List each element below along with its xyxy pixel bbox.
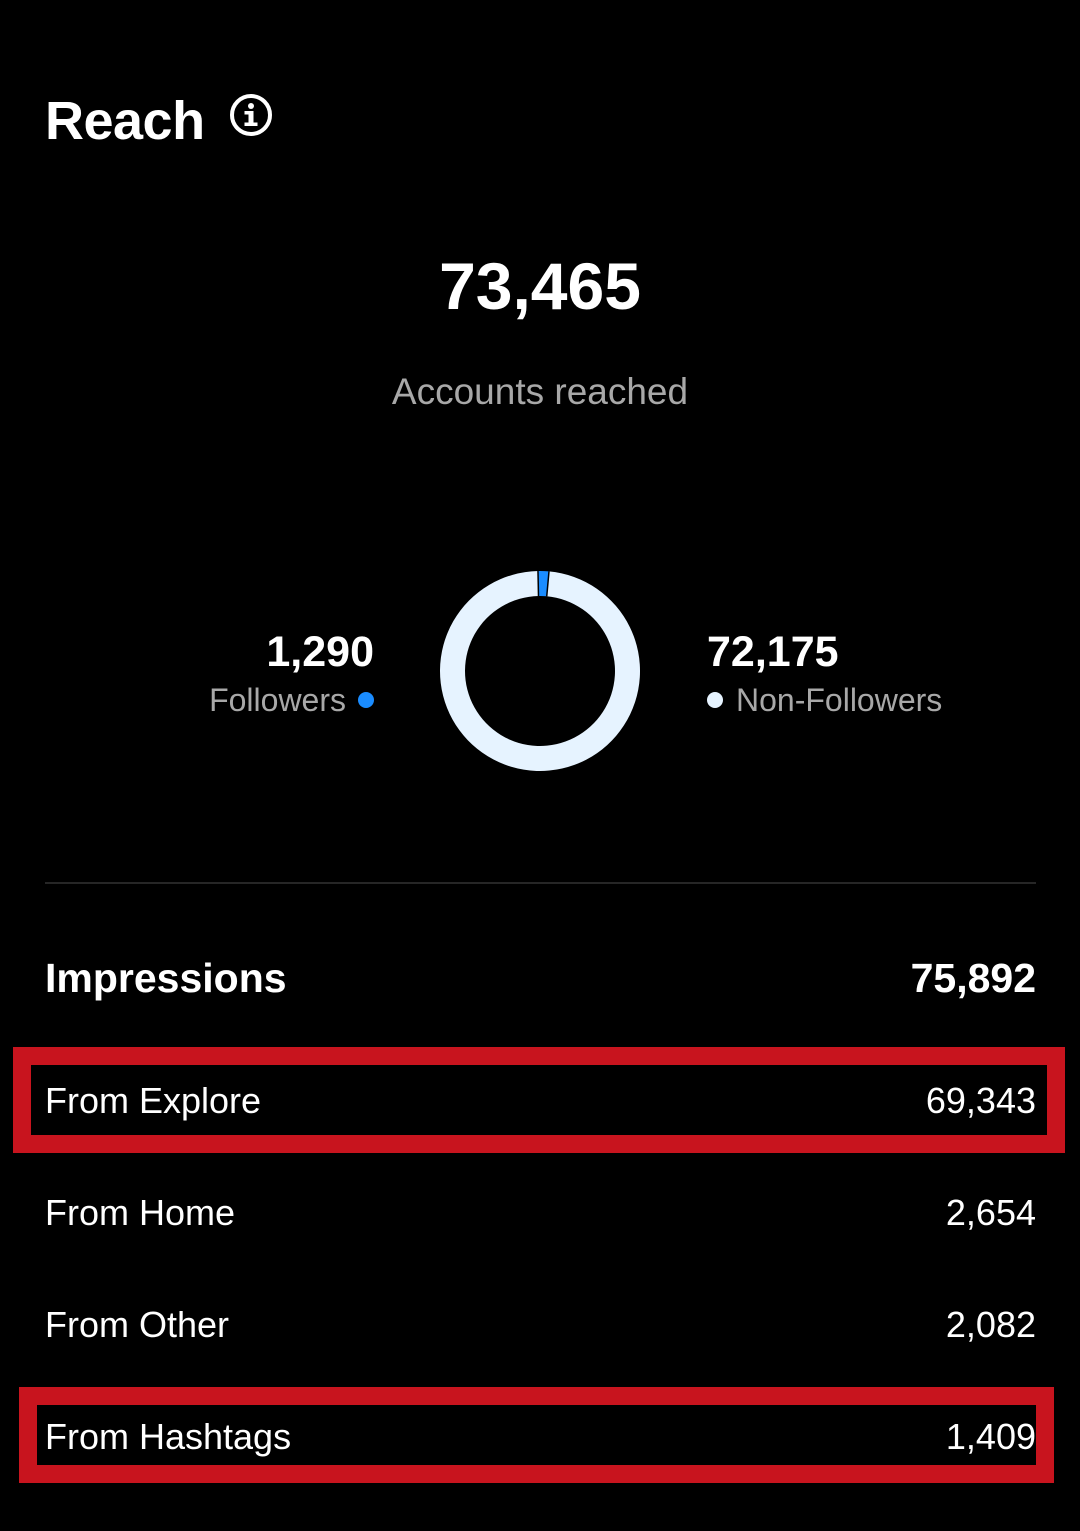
- donut-slice-separator: [537, 571, 540, 597]
- non-followers-stat: 72,175 Non-Followers: [707, 626, 942, 722]
- source-value: 69,343: [925, 1080, 1036, 1121]
- non-followers-legend-dot: [707, 692, 723, 708]
- source-label: From Hashtags: [45, 1416, 292, 1457]
- impression-source-row-home: From Home 2,654: [45, 1185, 1036, 1241]
- source-label: From Home: [45, 1192, 236, 1233]
- reach-header: Reach: [45, 88, 273, 154]
- source-label: From Other: [45, 1304, 230, 1345]
- source-value: 2,654: [945, 1192, 1036, 1233]
- followers-label: Followers: [209, 682, 346, 718]
- impressions-value: 75,892: [910, 955, 1036, 1001]
- source-value: 2,082: [945, 1304, 1036, 1345]
- accounts-reached-value: 73,465: [439, 249, 641, 323]
- impression-source-row-hashtags: From Hashtags 1,409: [45, 1409, 1036, 1465]
- info-icon[interactable]: [229, 93, 273, 137]
- non-followers-label: Non-Followers: [736, 682, 943, 718]
- impression-source-row-explore: From Explore 69,343: [45, 1073, 1036, 1129]
- donut-slice-non-followers: [440, 571, 640, 771]
- impressions-label: Impressions: [45, 955, 287, 1001]
- reach-donut-chart: [440, 571, 640, 771]
- impressions-row: Impressions 75,892: [45, 950, 1036, 1006]
- section-title: Reach: [45, 91, 205, 151]
- source-value: 1,409: [945, 1416, 1036, 1457]
- section-divider: [45, 882, 1036, 884]
- accounts-reached-label: Accounts reached: [391, 371, 689, 412]
- source-label: From Explore: [45, 1080, 262, 1121]
- followers-value: 1,290: [266, 628, 374, 676]
- followers-stat: 1,290 Followers: [209, 626, 374, 722]
- followers-legend-dot: [358, 692, 374, 708]
- non-followers-value: 72,175: [707, 628, 839, 676]
- impression-source-row-other: From Other 2,082: [45, 1297, 1036, 1353]
